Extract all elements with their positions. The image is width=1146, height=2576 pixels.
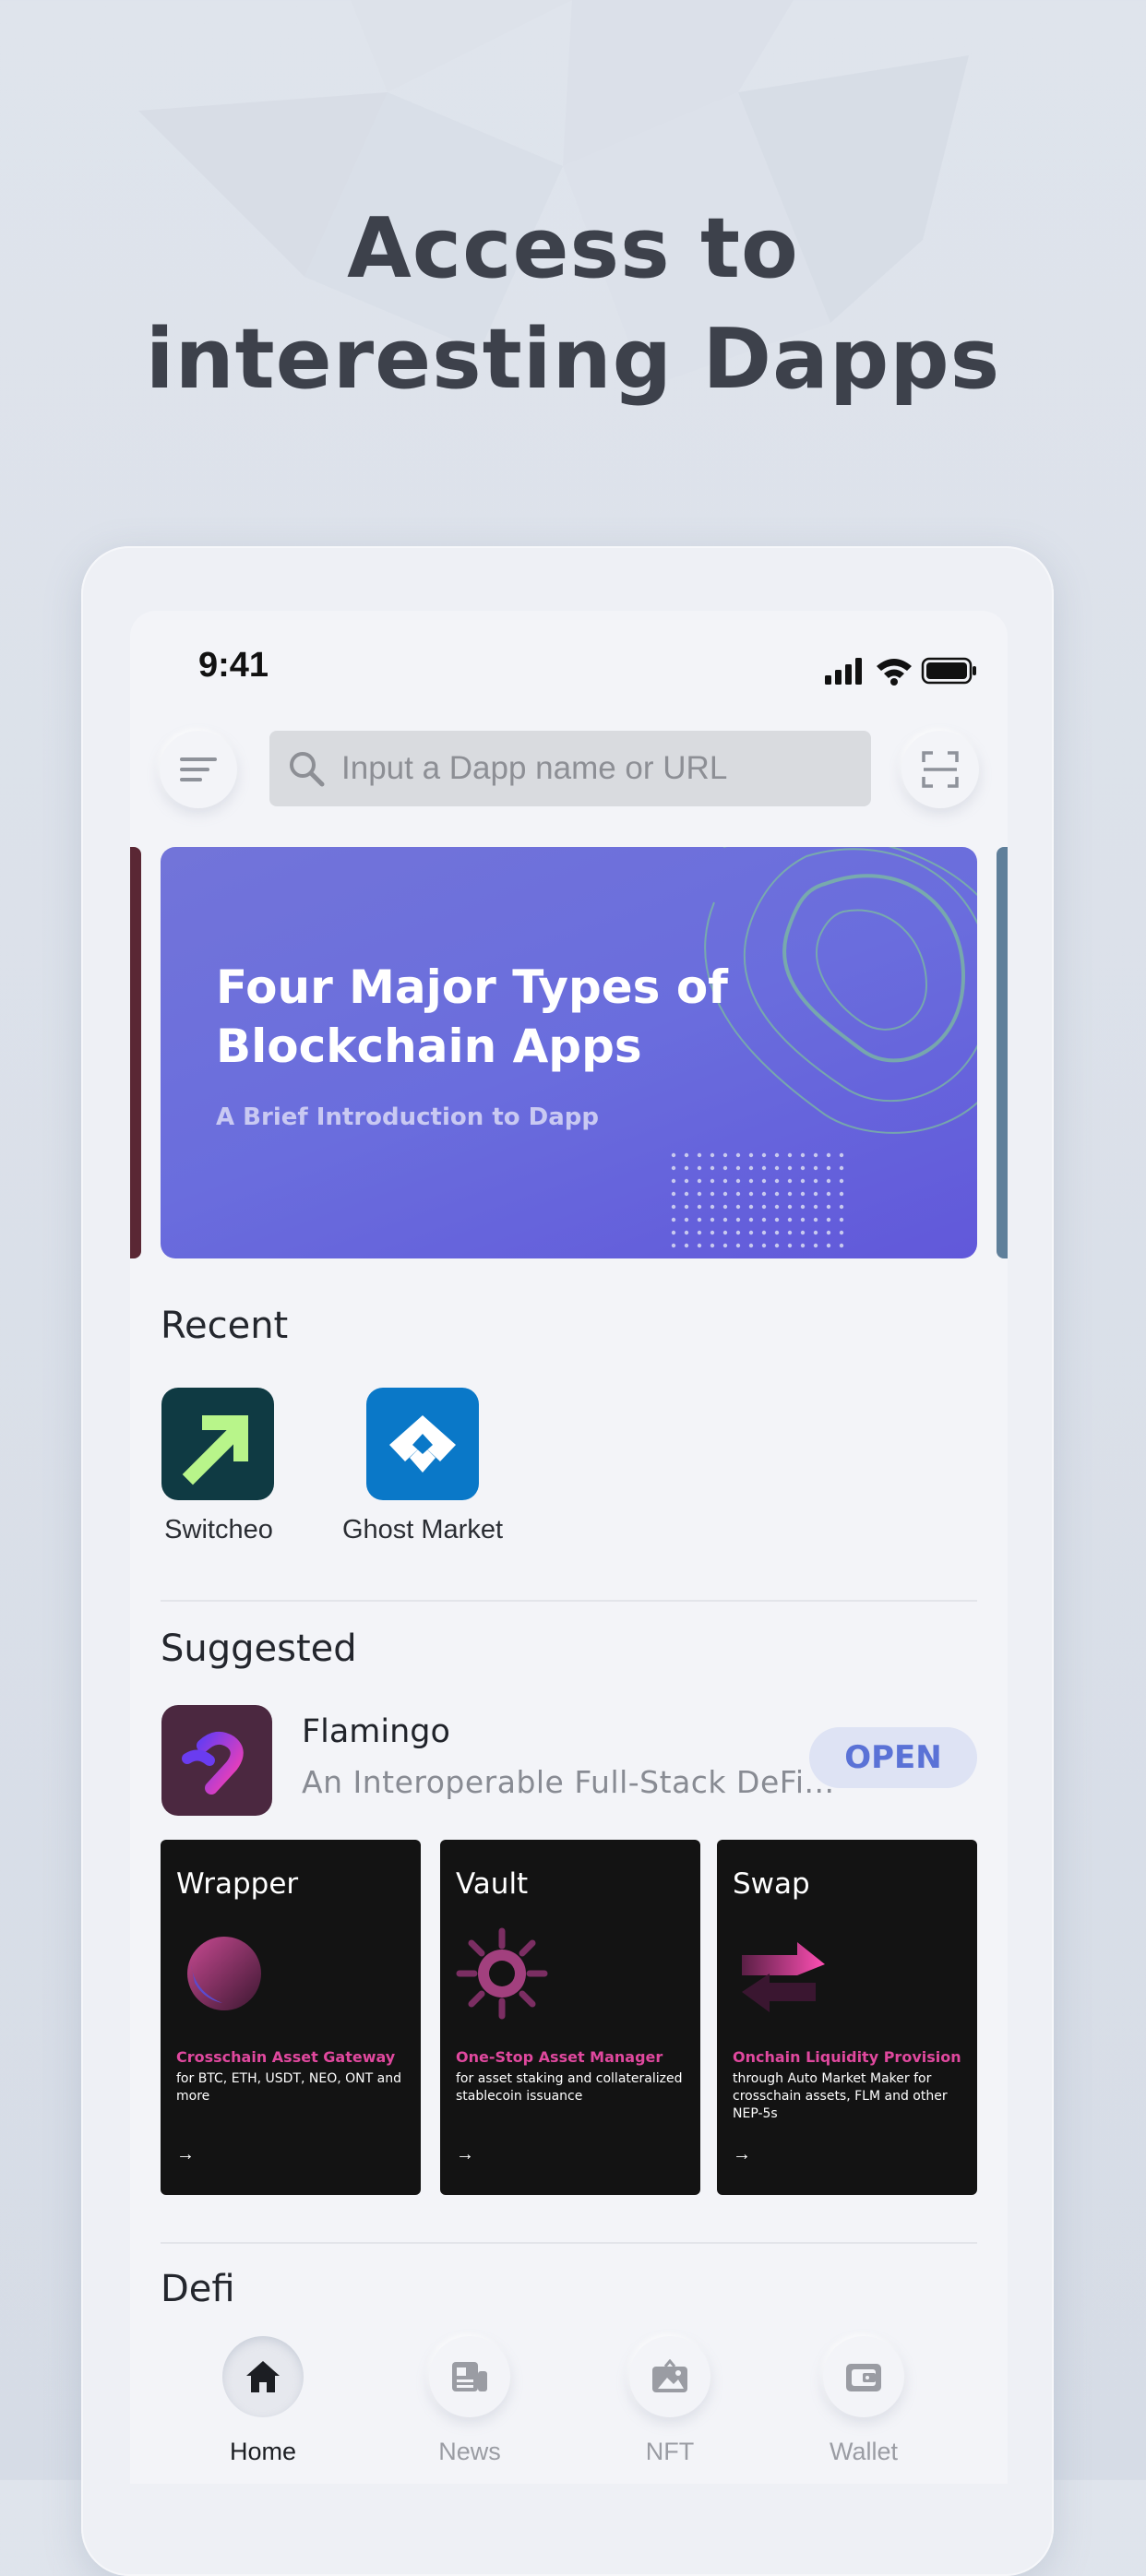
- tab-label-nft: NFT: [645, 2438, 695, 2465]
- defi-section-title: Defi: [161, 2268, 235, 2310]
- tab-home[interactable]: Home: [194, 2327, 332, 2484]
- carousel-next-peek[interactable]: [997, 847, 1008, 1258]
- open-flamingo-button[interactable]: OPEN: [809, 1727, 977, 1788]
- status-time: 9:41: [198, 646, 269, 685]
- ghost-market-logo-icon: [389, 1415, 456, 1473]
- home-icon: [246, 2361, 280, 2392]
- card-wrapper[interactable]: Wrapper Crosschain Asset Gateway for BTC…: [161, 1840, 421, 2195]
- menu-button[interactable]: [160, 731, 237, 808]
- banner-title: Four Major Types of Blockchain Apps: [216, 960, 728, 1073]
- menu-icon: [180, 757, 217, 781]
- nft-icon: [652, 2359, 687, 2392]
- card-title: Wrapper: [176, 1867, 299, 1901]
- divider: [161, 2242, 977, 2244]
- headline-line-1: Access to: [347, 200, 799, 297]
- nft-tab-button[interactable]: [629, 2336, 710, 2417]
- wallet-tab-button[interactable]: [823, 2336, 904, 2417]
- bottom-tab-bar: Home News NFT Wallet: [130, 2327, 1008, 2484]
- featured-banner[interactable]: Four Major Types of Blockchain Apps A Br…: [161, 847, 977, 1258]
- app-ghost-market[interactable]: [366, 1388, 479, 1500]
- flamingo-description: An Interoperable Full-Stack DeFi...: [302, 1764, 835, 1800]
- page-headline: Access to interesting Dapps: [0, 194, 1146, 415]
- recent-section-title: Recent: [161, 1305, 289, 1347]
- carousel-prev-peek[interactable]: [130, 847, 141, 1258]
- flamingo-name: Flamingo: [302, 1713, 450, 1750]
- status-icons: [825, 657, 976, 686]
- headline-line-2: interesting Dapps: [145, 311, 1001, 408]
- tab-label-news: News: [438, 2438, 501, 2465]
- card-description: for asset staking and collateralized sta…: [456, 2071, 683, 2104]
- tab-news[interactable]: News: [400, 2327, 539, 2484]
- arrow-right-icon: →: [456, 2144, 474, 2165]
- vault-gear-icon: [456, 1927, 548, 2020]
- scan-button[interactable]: [901, 731, 979, 808]
- card-vault[interactable]: Vault One-Stop Asset Manager for asset s…: [440, 1840, 700, 2195]
- signal-icon: [825, 658, 862, 685]
- divider: [161, 1600, 977, 1602]
- switcheo-logo-icon: [182, 1415, 248, 1485]
- arrow-right-icon: →: [176, 2144, 195, 2165]
- search-input[interactable]: Input a Dapp name or URL: [269, 731, 871, 806]
- tab-label-home: Home: [229, 2438, 297, 2465]
- wallet-icon: [846, 2364, 881, 2391]
- wifi-icon: [877, 659, 912, 686]
- home-tab-button[interactable]: [222, 2336, 304, 2417]
- battery-icon: [921, 657, 976, 685]
- card-title: Swap: [733, 1867, 810, 1901]
- card-description: through Auto Market Maker for crosschain…: [733, 2071, 948, 2121]
- news-tab-button[interactable]: [429, 2336, 510, 2417]
- tab-wallet[interactable]: Wallet: [794, 2327, 933, 2484]
- swap-arrows-icon: [742, 1942, 825, 2012]
- suggested-section-title: Suggested: [161, 1628, 357, 1670]
- phone-screen: 9:41 Input a Dapp name or URL Four Major…: [130, 611, 1008, 2484]
- tab-nft[interactable]: NFT: [601, 2327, 739, 2484]
- app-switcheo[interactable]: [161, 1388, 274, 1500]
- wrapper-sphere-icon: [187, 1937, 261, 2010]
- flamingo-logo-icon: [182, 1731, 244, 1795]
- search-placeholder: Input a Dapp name or URL: [341, 750, 728, 786]
- card-swap[interactable]: Swap Onchain Liquidity Provision through…: [717, 1840, 977, 2195]
- arrow-right-icon: →: [733, 2144, 751, 2165]
- banner-subtitle: A Brief Introduction to Dapp: [216, 1103, 600, 1131]
- card-description: for BTC, ETH, USDT, NEO, ONT and more: [176, 2071, 401, 2104]
- card-tag: Crosschain Asset Gateway: [176, 2048, 396, 2066]
- search-icon: [290, 752, 325, 787]
- app-label-switcheo: Switcheo: [164, 1515, 273, 1544]
- news-icon: [452, 2362, 487, 2391]
- card-tag: Onchain Liquidity Provision: [733, 2048, 961, 2066]
- tab-label-wallet: Wallet: [829, 2438, 898, 2465]
- card-tag: One-Stop Asset Manager: [456, 2048, 663, 2066]
- banner-dot-grid: [670, 1151, 851, 1253]
- card-title: Vault: [456, 1867, 529, 1901]
- scan-icon: [922, 751, 959, 788]
- app-label-ghost-market: Ghost Market: [341, 1515, 504, 1544]
- app-flamingo[interactable]: [161, 1705, 272, 1816]
